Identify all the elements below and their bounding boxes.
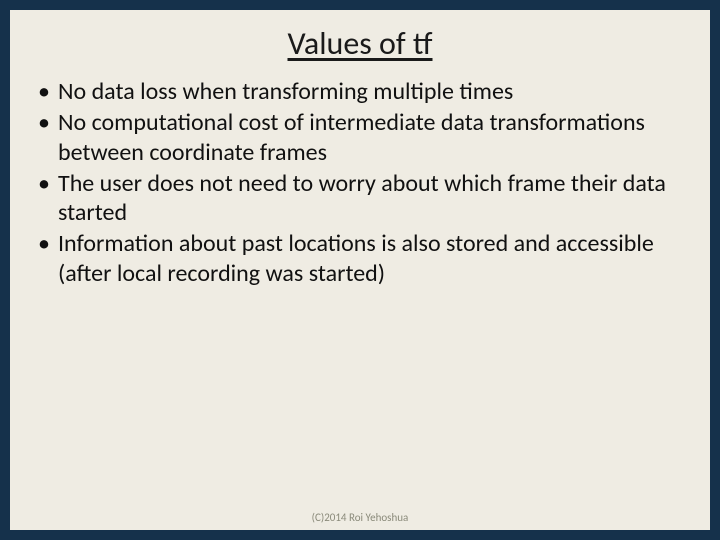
bullet-item: No data loss when transforming multiple … [36,77,684,106]
slide-body: No data loss when transforming multiple … [10,71,710,530]
bullet-item: No computational cost of intermediate da… [36,108,684,167]
slide-footer: (C)2014 Roi Yehoshua [10,511,710,524]
slide-title: Values of tf [10,24,710,63]
bullet-list: No data loss when transforming multiple … [36,77,684,288]
bullet-item: Information about past locations is also… [36,229,684,288]
slide-surface: Values of tf No data loss when transform… [10,10,710,530]
slide-frame: Values of tf No data loss when transform… [0,0,720,540]
bullet-item: The user does not need to worry about wh… [36,169,684,228]
